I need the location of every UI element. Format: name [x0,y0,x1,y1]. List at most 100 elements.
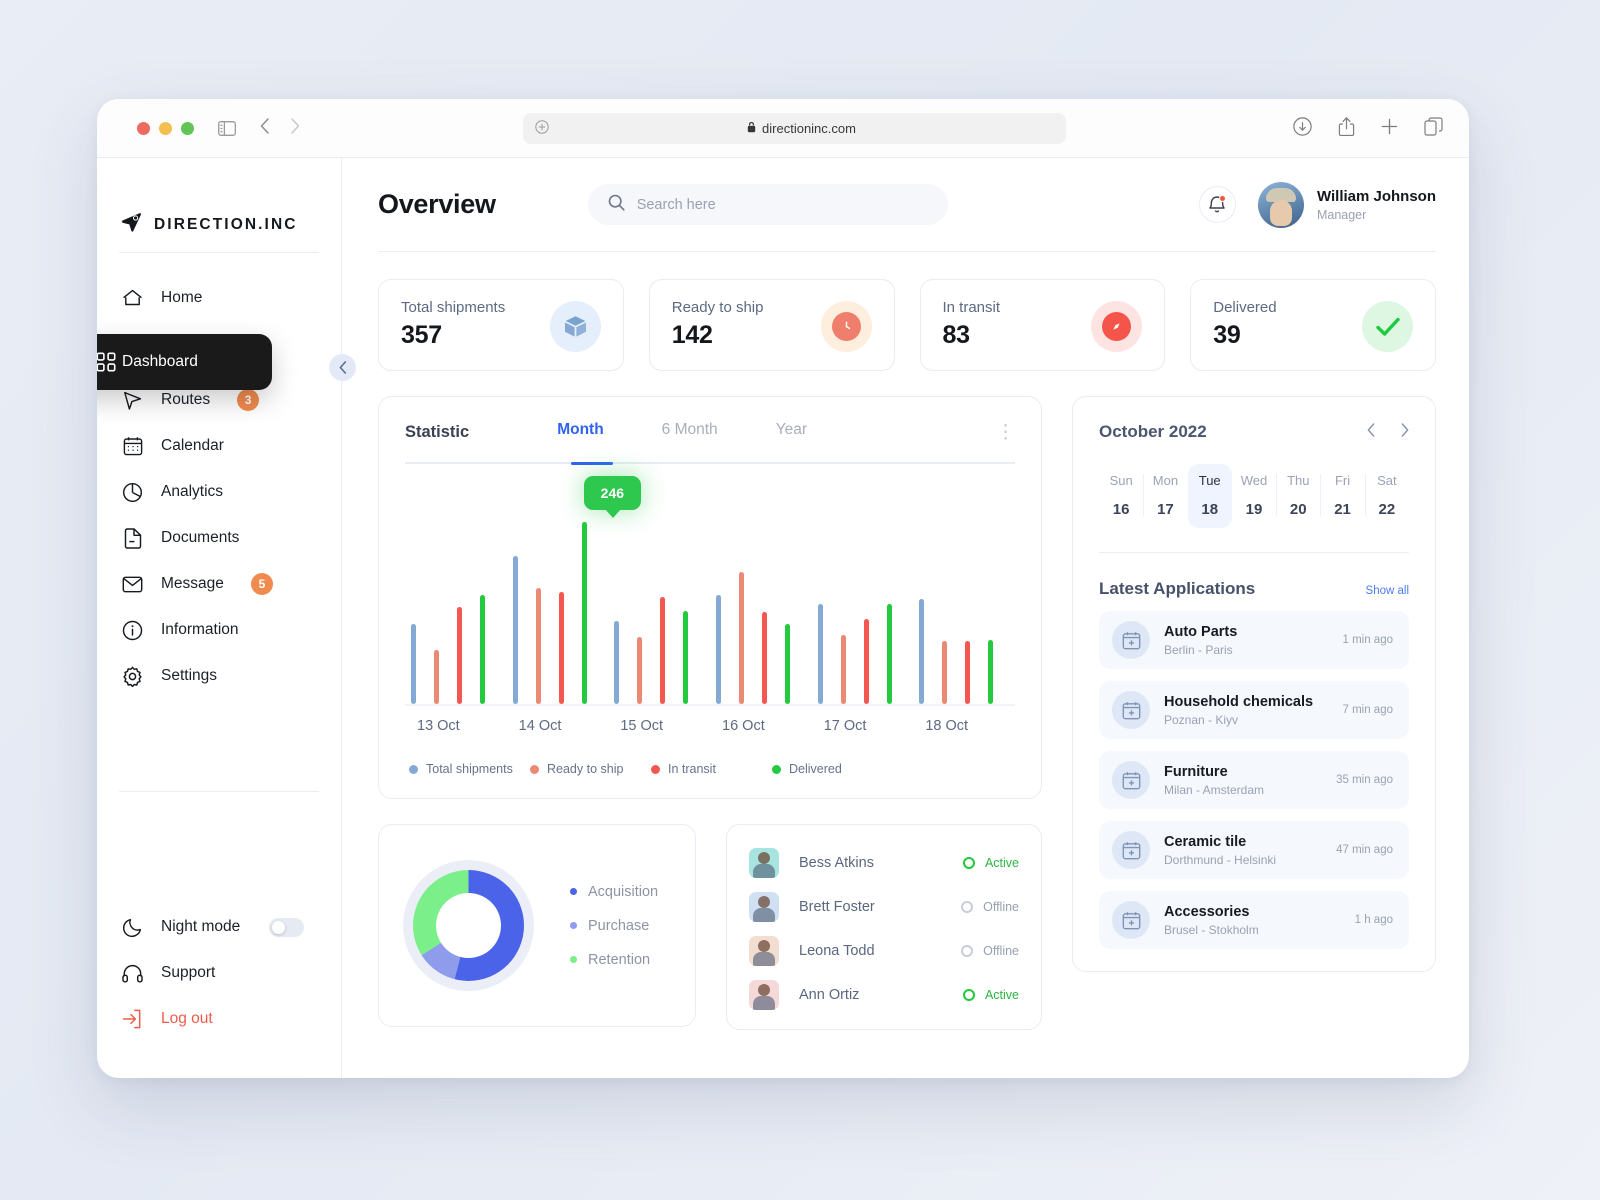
calendar-next-button[interactable] [1401,422,1409,442]
notifications-button[interactable] [1198,186,1236,223]
bar[interactable] [558,591,564,704]
grid-dashboard-icon [97,352,116,372]
page-title: Overview [378,189,496,219]
bar[interactable] [637,636,643,704]
bar[interactable] [965,640,971,704]
sidebar-item-support[interactable]: Support [97,950,341,996]
forward-arrow-icon[interactable] [291,117,300,139]
new-tab-icon[interactable] [1381,118,1398,140]
user-row[interactable]: Bess Atkins Active [749,841,1019,885]
browser-nav-arrows[interactable] [260,117,300,139]
sidebar-item-message[interactable]: Message 5 [97,561,341,607]
kpi-card-delivered[interactable]: Delivered 39 [1190,279,1436,371]
tabs-overview-icon[interactable] [1424,116,1443,141]
bar[interactable] [886,604,892,704]
sidebar-item-calendar[interactable]: Calendar [97,423,341,469]
close-window-button[interactable] [137,121,150,135]
user-row[interactable]: Brett Foster Offline [749,885,1019,929]
sidebar-item-home[interactable]: Home [97,275,341,321]
sidebar-item-night-mode[interactable]: Night mode [97,904,341,950]
bar[interactable] [457,607,462,704]
kpi-card-total-shipments[interactable]: Total shipments 357 [378,279,624,371]
calendar-day[interactable]: Wed 19 [1232,464,1276,528]
sidebar-item-analytics[interactable]: Analytics [97,469,341,515]
user-row[interactable]: Ann Ortiz Active [749,973,1019,1017]
calendar-day[interactable]: Thu 20 [1276,464,1320,528]
application-item[interactable]: Auto Parts Berlin - Paris 1 min ago [1099,611,1409,669]
calendar-day[interactable]: Mon 17 [1143,464,1187,528]
sidebar-item-logout[interactable]: Log out [97,996,341,1042]
donut-legend-item[interactable]: Retention [570,952,658,968]
maximize-window-button[interactable] [181,121,194,135]
bar[interactable] [988,639,994,704]
bar[interactable] [660,596,666,704]
bar[interactable] [762,611,768,704]
avatar [749,892,779,922]
bar[interactable] [739,571,745,704]
night-mode-toggle[interactable] [269,917,305,937]
calendar-day[interactable]: Fri 21 [1320,464,1364,528]
bar[interactable] [840,635,846,704]
bar[interactable] [614,620,620,704]
application-time: 1 h ago [1354,914,1393,926]
sidebar-item-documents[interactable]: Documents [97,515,341,561]
calendar-day[interactable]: Sun 16 [1099,464,1143,528]
kebab-menu-icon[interactable]: ⋮ [996,423,1015,442]
back-arrow-icon[interactable] [260,117,269,139]
user-profile[interactable]: William Johnson Manager [1257,181,1436,228]
tab-month[interactable]: Month [557,421,603,443]
bar[interactable] [683,610,689,704]
search-input[interactable] [636,196,928,213]
sidebar-item-settings[interactable]: Settings [97,653,341,699]
brand-logo[interactable]: DIRECTION.INC [97,158,341,252]
show-all-link[interactable]: Show all [1366,585,1409,597]
sidebar-item-dashboard-tooltip[interactable]: Dashboard [97,334,272,390]
share-icon[interactable] [1338,116,1355,141]
application-item[interactable]: Ceramic tile Dorthmund - Helsinki 47 min a… [1099,821,1409,879]
bar[interactable] [863,619,869,704]
legend-item[interactable]: Ready to ship [530,762,651,776]
window-traffic-lights[interactable] [137,121,194,135]
user-row[interactable]: Leona Todd Offline [749,929,1019,973]
statistic-header: Statistic Month 6 Month Year ⋮ [405,421,1015,443]
search-box[interactable] [587,184,948,225]
kpi-card-ready-to-ship[interactable]: Ready to ship 142 [648,279,895,371]
address-bar[interactable]: directioninc.com [523,113,1066,144]
bar[interactable] [919,599,925,704]
sidebar-toggle-icon[interactable] [218,120,236,136]
tab-6-month[interactable]: 6 Month [662,421,718,443]
calendar-plus-icon [1112,901,1150,939]
url-add-icon[interactable] [535,120,549,137]
bar[interactable] [480,594,485,704]
calendar-day[interactable]: Sat 22 [1364,464,1409,528]
donut-legend-item[interactable]: Acquisition [570,884,658,900]
legend-item[interactable]: Delivered [772,762,893,776]
calendar-prev-button[interactable] [1367,422,1375,442]
calendar-plus-icon [1112,831,1150,869]
bar[interactable] [512,555,518,704]
bar[interactable] [942,640,948,704]
bar[interactable] [817,603,823,704]
bar[interactable] [434,650,439,704]
bar[interactable] [716,594,722,704]
bar[interactable] [411,624,416,704]
kpi-card-in-transit[interactable]: In transit 83 [919,279,1166,371]
donut-legend-item[interactable]: Purchase [570,918,658,934]
chart-tooltip: 246 [583,476,642,519]
bar[interactable] [581,522,587,704]
sidebar-item-information[interactable]: Information [97,607,341,653]
legend-item[interactable]: Total shipments [409,762,530,776]
application-item[interactable]: Accessories Brusel - Stokholm 1 h ago [1099,891,1409,949]
minimize-window-button[interactable] [159,121,172,135]
bar[interactable] [535,588,541,704]
calendar-day-selected[interactable]: Tue 18 [1187,464,1232,528]
tab-year[interactable]: Year [776,421,807,443]
calendar-day-number: 16 [1112,501,1130,518]
application-item[interactable]: Furniture Milan - Amsterdam 35 min ago [1099,751,1409,809]
sidebar-collapse-button[interactable] [329,354,356,381]
application-item[interactable]: Household chemicals Poznan - Kiyv 7 min ag… [1099,681,1409,739]
bar[interactable] [785,623,791,704]
download-icon[interactable] [1293,116,1312,141]
legend-item[interactable]: In transit [651,762,772,776]
calendar-day-number: 17 [1157,501,1174,518]
